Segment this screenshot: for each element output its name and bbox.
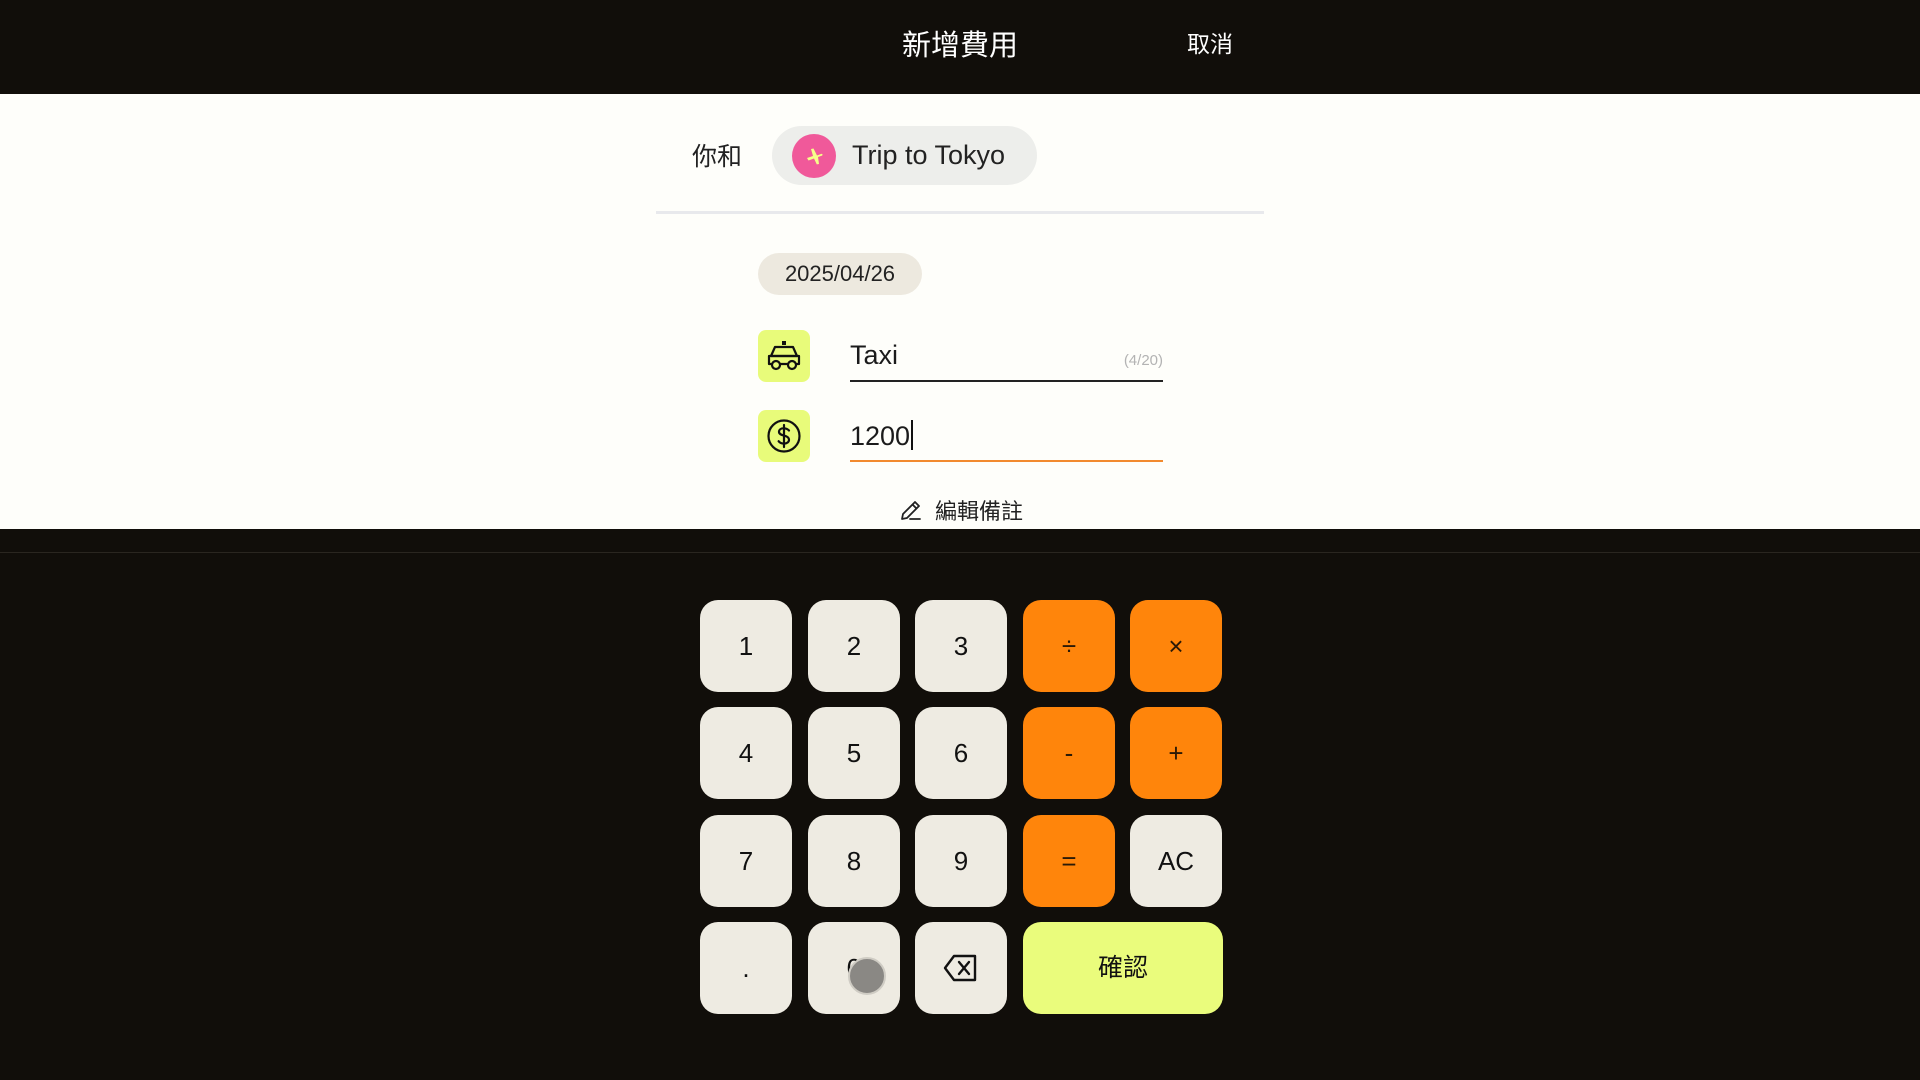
amount-value: 1200	[850, 421, 911, 451]
edit-note-button[interactable]: 編輯備註	[898, 496, 1023, 530]
character-counter: (4/20)	[1123, 352, 1163, 369]
key-4[interactable]: 4	[700, 707, 792, 799]
top-bar: 新增費用 取消	[0, 0, 1920, 94]
key-equals[interactable]: =	[1023, 815, 1115, 907]
confirm-button[interactable]: 確認	[1023, 922, 1223, 1014]
key-9[interactable]: 9	[915, 815, 1007, 907]
currency-button[interactable]	[758, 410, 810, 462]
group-avatar	[792, 134, 836, 178]
description-input[interactable]: Taxi	[850, 340, 898, 371]
key-divide[interactable]: ÷	[1023, 600, 1115, 692]
key-multiply[interactable]: ×	[1130, 600, 1222, 692]
amount-field[interactable]: 1200	[850, 410, 1163, 462]
key-1[interactable]: 1	[700, 600, 792, 692]
divider	[656, 211, 1264, 214]
amount-input[interactable]: 1200	[850, 420, 914, 452]
group-name: Trip to Tokyo	[852, 140, 1006, 170]
key-2[interactable]: 2	[808, 600, 900, 692]
key-decimal[interactable]: .	[700, 922, 792, 1014]
backspace-button[interactable]	[915, 922, 1007, 1014]
pencil-icon	[898, 500, 935, 525]
key-3[interactable]: 3	[915, 600, 1007, 692]
key-7[interactable]: 7	[700, 815, 792, 907]
description-field[interactable]: Taxi (4/20)	[850, 330, 1163, 382]
text-cursor	[911, 420, 914, 450]
touch-indicator	[848, 957, 886, 995]
group-selector[interactable]: Trip to Tokyo	[772, 126, 1037, 185]
amount-underline	[850, 460, 1163, 462]
category-button[interactable]	[758, 330, 810, 382]
key-5[interactable]: 5	[808, 707, 900, 799]
key-subtract[interactable]: -	[1023, 707, 1115, 799]
cancel-button[interactable]: 取消	[1150, 0, 1270, 90]
description-underline	[850, 380, 1163, 382]
key-8[interactable]: 8	[808, 815, 900, 907]
with-label: 你和	[692, 142, 743, 171]
key-6[interactable]: 6	[915, 707, 1007, 799]
edit-note-label: 編輯備註	[935, 500, 1024, 525]
page-title: 新增費用	[901, 28, 1018, 62]
key-add[interactable]: +	[1130, 707, 1222, 799]
key-clear[interactable]: AC	[1130, 815, 1222, 907]
keypad-divider	[0, 552, 1920, 553]
date-picker[interactable]: 2025/04/26	[758, 253, 922, 295]
